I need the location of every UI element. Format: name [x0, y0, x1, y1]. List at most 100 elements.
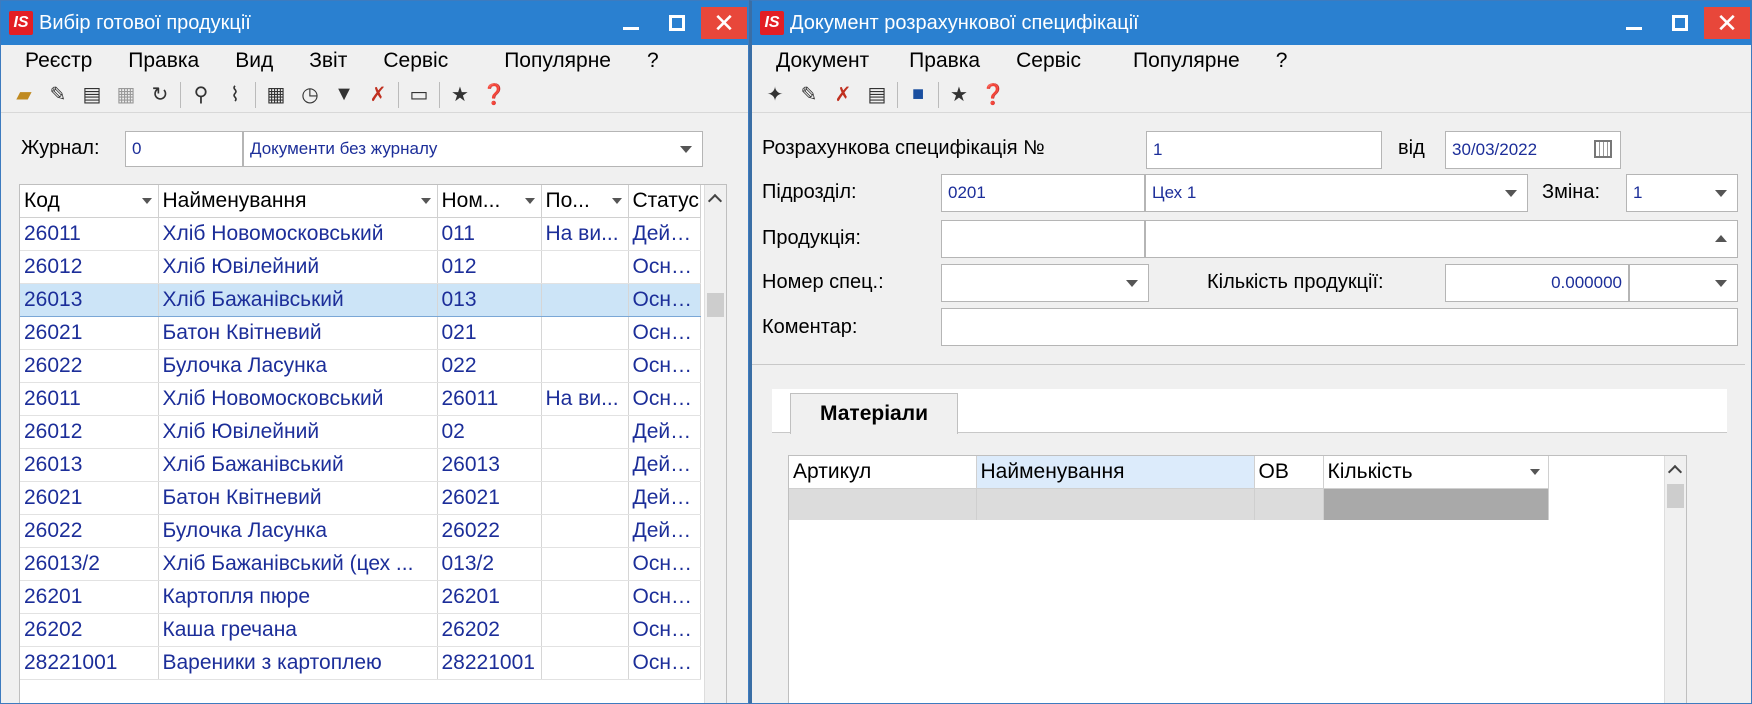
cell-status[interactable]: Основн: [628, 349, 701, 383]
cell-po[interactable]: [541, 580, 629, 614]
scroll-up-icon[interactable]: [1665, 456, 1686, 486]
refresh-icon[interactable]: ↻: [143, 79, 177, 111]
clear-filter-icon[interactable]: ✗: [361, 79, 395, 111]
cell-po[interactable]: На ви...: [541, 217, 629, 251]
table-row[interactable]: 26021 Батон Квітневий 021 Основн: [20, 316, 701, 350]
menu-report[interactable]: Звіт: [291, 49, 365, 73]
column-unit[interactable]: ОВ: [1254, 456, 1324, 489]
table-row[interactable]: 26011 Хліб Новомосковський 011 На ви... Дейс…: [20, 217, 701, 251]
print-icon[interactable]: ▤: [860, 79, 894, 111]
cell-po[interactable]: [541, 613, 629, 647]
column-quantity[interactable]: Кількість: [1323, 456, 1549, 489]
menu-popular[interactable]: Популярне: [466, 49, 629, 73]
cell-num[interactable]: 26022: [437, 514, 542, 548]
help-icon[interactable]: ❓: [477, 79, 511, 111]
cell-name[interactable]: Картопля пюре: [158, 580, 438, 614]
cell-status[interactable]: Основн: [628, 282, 701, 317]
cell-po[interactable]: [541, 481, 629, 515]
cell-po[interactable]: На ви...: [541, 382, 629, 416]
cell-name[interactable]: Батон Квітневий: [158, 316, 438, 350]
cell-num[interactable]: 011: [437, 217, 542, 251]
cell-po[interactable]: [541, 547, 629, 581]
attach-icon[interactable]: ⌇: [218, 79, 252, 111]
cell-name[interactable]: Хліб Бажанівський: [158, 282, 438, 317]
cell-status[interactable]: Основн: [628, 547, 701, 581]
cell-name[interactable]: Хліб Новомосковський: [158, 382, 438, 416]
maximize-button[interactable]: [1657, 1, 1703, 45]
maximize-button[interactable]: [654, 1, 700, 45]
product-select[interactable]: [1145, 220, 1738, 258]
table-row[interactable]: 26022 Булочка Ласунка 26022 Действ: [20, 514, 701, 548]
cell-num[interactable]: 013: [437, 282, 542, 317]
filter-icon[interactable]: ▼: [327, 79, 361, 111]
spec-number-input[interactable]: 1: [1146, 131, 1382, 169]
print-icon[interactable]: ▤: [75, 79, 109, 111]
cell-status[interactable]: Основн: [628, 316, 701, 350]
qty-unit-select[interactable]: [1629, 264, 1738, 302]
cell-status[interactable]: Основн: [628, 250, 701, 284]
cell-po[interactable]: [541, 415, 629, 449]
cell-num[interactable]: 013/2: [437, 547, 542, 581]
minimize-button[interactable]: [1611, 1, 1657, 45]
table-row[interactable]: 26013 Хліб Бажанівський 013 Основн: [20, 282, 701, 317]
cell-name[interactable]: Каша гречана: [158, 613, 438, 647]
table-row[interactable]: 26201 Картопля пюре 26201 Основн: [20, 580, 701, 614]
menu-service[interactable]: Сервіс: [998, 49, 1099, 73]
cell-po[interactable]: [541, 250, 629, 284]
cell-code[interactable]: 26022: [20, 349, 159, 383]
column-material-name[interactable]: Найменування: [976, 456, 1255, 489]
cell-code[interactable]: 26021: [20, 316, 159, 350]
table-row[interactable]: 26021 Батон Квітневий 26021 Действ: [20, 481, 701, 515]
cell-po[interactable]: [541, 349, 629, 383]
open-icon[interactable]: ▰: [7, 79, 41, 111]
spec-num-select[interactable]: [941, 264, 1149, 302]
cell-name[interactable]: Вареники з картоплею: [158, 646, 438, 680]
save-icon[interactable]: ■: [901, 79, 935, 111]
favorite-star-icon[interactable]: ★: [942, 79, 976, 111]
cell-code[interactable]: 28221001: [20, 646, 159, 680]
cell-po[interactable]: [541, 646, 629, 680]
table-cell[interactable]: [1254, 488, 1324, 520]
cell-name[interactable]: Хліб Бажанівський (цех ...: [158, 547, 438, 581]
close-button[interactable]: ✕: [1703, 1, 1751, 45]
cell-num[interactable]: 26013: [437, 448, 542, 482]
calendar-icon[interactable]: [1594, 140, 1612, 158]
cell-num[interactable]: 26201: [437, 580, 542, 614]
cell-code[interactable]: 26022: [20, 514, 159, 548]
comment-input[interactable]: [941, 308, 1738, 346]
cell-status[interactable]: Основн: [628, 382, 701, 416]
table-row[interactable]: 28221001 Вареники з картоплею 28221001 Осно…: [20, 646, 701, 680]
date-input[interactable]: 30/03/2022: [1445, 131, 1621, 169]
close-button[interactable]: ✕: [700, 1, 748, 45]
cell-code[interactable]: 26012: [20, 250, 159, 284]
cell-name[interactable]: Хліб Новомосковський: [158, 217, 438, 251]
cell-po[interactable]: [541, 316, 629, 350]
scrollbar-thumb[interactable]: [707, 293, 724, 317]
menu-popular[interactable]: Популярне: [1099, 49, 1258, 73]
cell-code[interactable]: 26201: [20, 580, 159, 614]
column-name[interactable]: Найменування: [158, 185, 438, 218]
history-icon[interactable]: ◷: [293, 79, 327, 111]
cell-name[interactable]: Хліб Ювілейний: [158, 250, 438, 284]
cell-status[interactable]: Действ: [628, 448, 701, 482]
cell-code[interactable]: 26011: [20, 382, 159, 416]
table-row[interactable]: 26013 Хліб Бажанівський 26013 Действ: [20, 448, 701, 482]
scroll-up-icon[interactable]: [705, 185, 726, 215]
form-icon[interactable]: ▭: [402, 79, 436, 111]
column-number[interactable]: Ном...: [437, 185, 542, 218]
cell-status[interactable]: Основн: [628, 613, 701, 647]
cell-po[interactable]: [541, 514, 629, 548]
cell-name[interactable]: Хліб Бажанівський: [158, 448, 438, 482]
delete-icon[interactable]: ✗: [826, 79, 860, 111]
table-row[interactable]: 26013/2 Хліб Бажанівський (цех ... 013/2 Ос…: [20, 547, 701, 581]
favorite-star-icon[interactable]: ★: [443, 79, 477, 111]
table-row[interactable]: 26022 Булочка Ласунка 022 Основн: [20, 349, 701, 383]
products-table-scrollbar[interactable]: [704, 185, 726, 703]
cell-name[interactable]: Булочка Ласунка: [158, 349, 438, 383]
table-row[interactable]: 26012 Хліб Ювілейний 012 Основн: [20, 250, 701, 284]
table-row[interactable]: 26012 Хліб Ювілейний 02 Действ: [20, 415, 701, 449]
menu-help[interactable]: ?: [1258, 49, 1306, 73]
cell-code[interactable]: 26013/2: [20, 547, 159, 581]
cell-code[interactable]: 26013: [20, 282, 159, 317]
cell-status[interactable]: Основн: [628, 580, 701, 614]
